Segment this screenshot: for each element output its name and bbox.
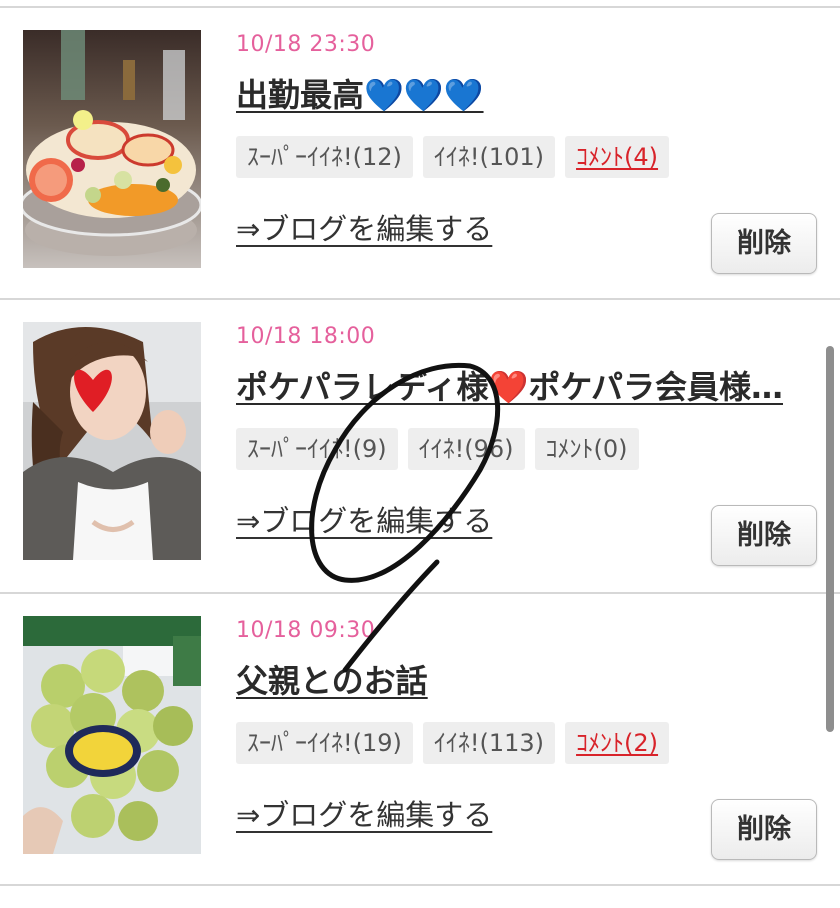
like-badge[interactable]: ｲｲﾈ!(101) (422, 136, 556, 178)
post-date: 10/18 18:00 (236, 324, 376, 349)
edit-blog-link[interactable]: ⇒ブログを編集する (236, 498, 492, 540)
like-badge[interactable]: ｲｲﾈ!(113) (422, 722, 556, 764)
vertical-scrollbar[interactable] (826, 346, 834, 732)
post-date: 10/18 09:30 (236, 618, 376, 643)
post-title[interactable]: 父親とのお話 (236, 656, 428, 702)
comment-badge[interactable]: ｺﾒﾝﾄ(2) (565, 722, 670, 764)
super-like-badge[interactable]: ｽｰﾊﾟｰｲｲﾈ!(9) (236, 428, 398, 470)
comment-badge[interactable]: ｺﾒﾝﾄ(4) (565, 136, 670, 178)
bottom-divider (0, 884, 840, 886)
post-reaction-badges: ｽｰﾊﾟｰｲｲﾈ!(12) ｲｲﾈ!(101) ｺﾒﾝﾄ(4) (236, 136, 670, 178)
like-badge[interactable]: ｲｲﾈ!(96) (407, 428, 525, 470)
super-like-badge[interactable]: ｽｰﾊﾟｰｲｲﾈ!(19) (236, 722, 413, 764)
super-like-badge[interactable]: ｽｰﾊﾟｰｲｲﾈ!(12) (236, 136, 413, 178)
post-reaction-badges: ｽｰﾊﾟｰｲｲﾈ!(19) ｲｲﾈ!(113) ｺﾒﾝﾄ(2) (236, 722, 670, 764)
delete-button[interactable]: 削除 (711, 213, 817, 274)
blog-post-3: 10/18 09:30 父親とのお話 ｽｰﾊﾟｰｲｲﾈ!(19) ｲｲﾈ!(11… (0, 594, 840, 886)
delete-button[interactable]: 削除 (711, 505, 817, 566)
blog-post-2: 10/18 18:00 ポケパラレディ様❤️ポケパラ会員様… ｽｰﾊﾟｰｲｲﾈ!… (0, 300, 840, 592)
post-reaction-badges: ｽｰﾊﾟｰｲｲﾈ!(9) ｲｲﾈ!(96) ｺﾒﾝﾄ(0) (236, 428, 639, 470)
post-title[interactable]: ポケパラレディ様❤️ポケパラ会員様… (236, 362, 783, 408)
blog-list-page: 10/18 23:30 出勤最高💙💙💙 ｽｰﾊﾟｰｲｲﾈ!(12) ｲｲﾈ!(1… (0, 0, 840, 908)
delete-button[interactable]: 削除 (711, 799, 817, 860)
comment-badge[interactable]: ｺﾒﾝﾄ(0) (534, 428, 639, 470)
edit-blog-link[interactable]: ⇒ブログを編集する (236, 792, 492, 834)
blog-post-1: 10/18 23:30 出勤最高💙💙💙 ｽｰﾊﾟｰｲｲﾈ!(12) ｲｲﾈ!(1… (0, 8, 840, 300)
post-thumbnail-fruit-platter[interactable] (23, 30, 201, 268)
post-thumbnail-woman-photo[interactable] (23, 322, 201, 560)
edit-blog-link[interactable]: ⇒ブログを編集する (236, 206, 492, 248)
post-date: 10/18 23:30 (236, 32, 376, 57)
post-thumbnail-grapes[interactable] (23, 616, 201, 854)
post-title[interactable]: 出勤最高💙💙💙 (236, 70, 484, 116)
